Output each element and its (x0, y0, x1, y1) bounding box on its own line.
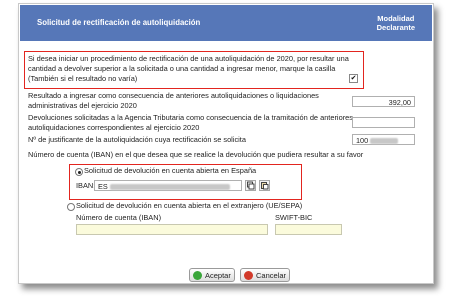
swift-label: SWIFT-BIC (275, 213, 313, 222)
foreign-account-input[interactable] (76, 224, 268, 235)
iban-question: Número de cuenta (IBAN) en el que desea … (28, 150, 364, 159)
iban-input[interactable]: ES (94, 180, 242, 191)
spain-option-radio[interactable] (75, 168, 83, 176)
paste-icon (261, 182, 269, 190)
paste-button[interactable] (259, 180, 270, 191)
rectification-question: Si desea iniciar un procedimiento de rec… (28, 54, 349, 83)
iban-label: IBAN: (76, 181, 96, 190)
redacted-iban (109, 184, 230, 191)
modalidad-declarante-header: Modalidad Declarante (376, 14, 415, 32)
check-icon: ✔ (350, 75, 357, 82)
justificante-input[interactable]: 100 (352, 134, 415, 145)
foreign-option-radio[interactable] (67, 203, 75, 211)
swift-input[interactable] (275, 224, 342, 235)
dialog-title: Solicitud de rectificación de autoliquid… (37, 18, 201, 27)
rectification-checkbox[interactable]: ✔ (349, 74, 358, 83)
rectification-dialog: Solicitud de rectificación de autoliquid… (18, 3, 434, 284)
foreign-option-label: Solicitud de devolución en cuenta abiert… (76, 201, 303, 210)
dialog-header: Solicitud de rectificación de autoliquid… (20, 5, 432, 41)
cancel-button[interactable]: Cancelar (240, 268, 290, 282)
redacted-value (370, 138, 399, 145)
justificante-label: Nº de justificante de la autoliquidación… (28, 135, 246, 144)
spain-option-label: Solicitud de devolución en cuenta abiert… (84, 166, 257, 175)
cancel-icon (244, 271, 253, 280)
accept-button[interactable]: Aceptar (189, 268, 235, 282)
copy-button[interactable] (245, 180, 256, 191)
copy-icon (247, 181, 255, 190)
devoluciones-input[interactable] (352, 117, 415, 128)
accept-icon (193, 271, 202, 280)
resultado-input[interactable]: 392,00 (352, 96, 415, 107)
foreign-account-label: Número de cuenta (IBAN) (76, 213, 162, 222)
devoluciones-label: Devoluciones solicitadas a la Agencia Tr… (28, 113, 353, 132)
resultado-label: Resultado a ingresar como consecuencia d… (28, 91, 319, 110)
